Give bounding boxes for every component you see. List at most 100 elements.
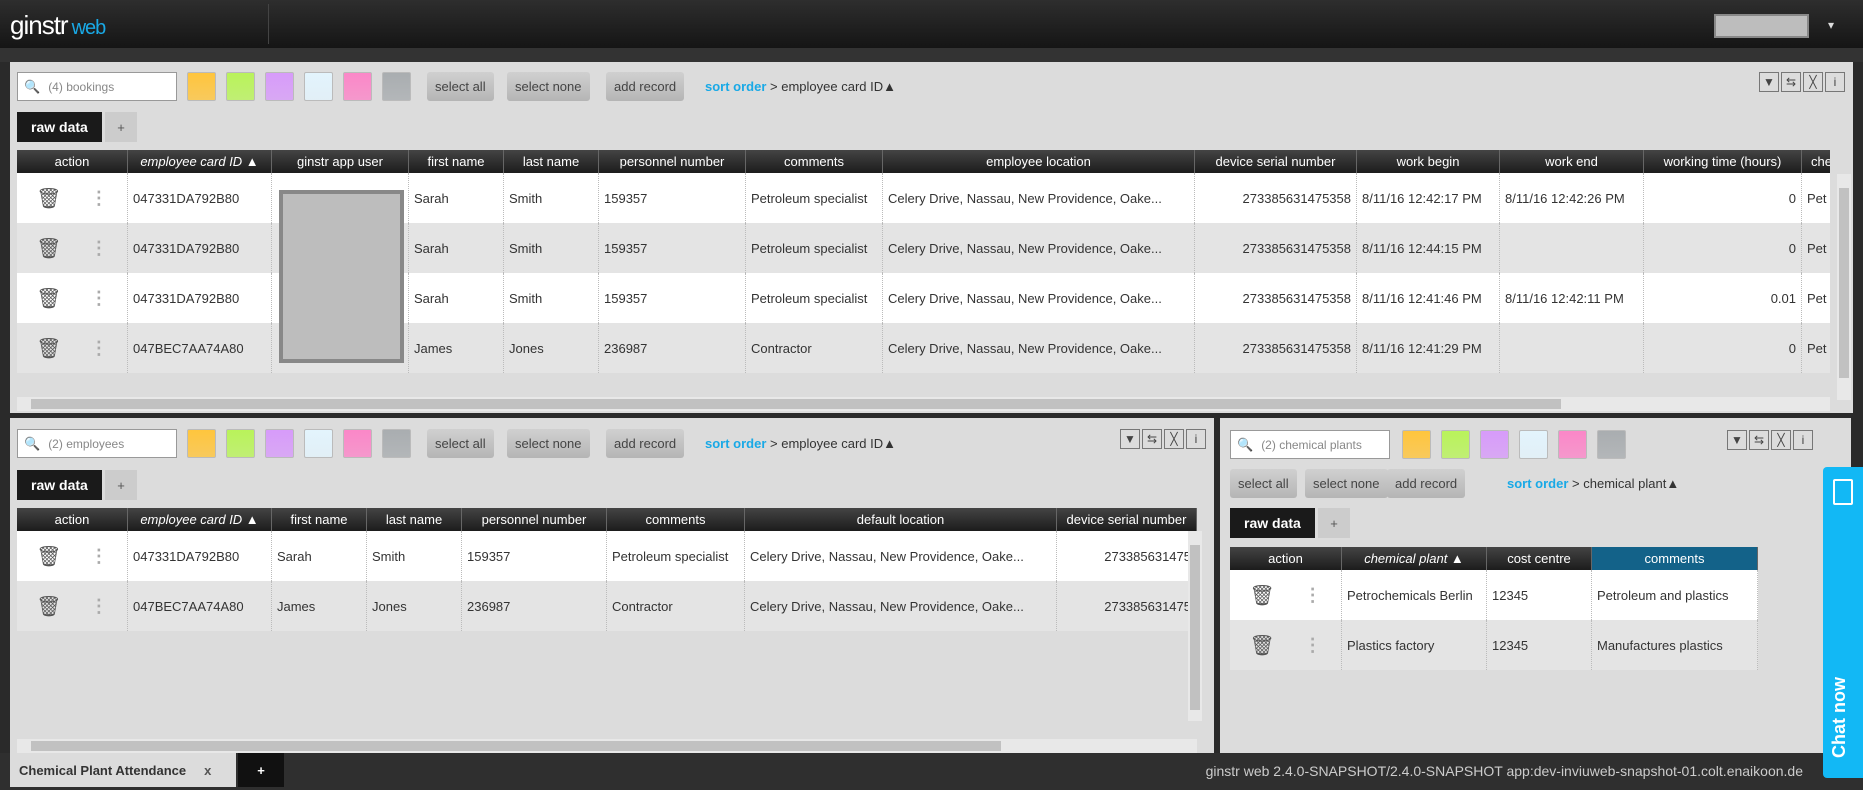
- select-none-button[interactable]: select none: [507, 429, 590, 458]
- delete-icon[interactable]: 🗑: [1249, 633, 1274, 658]
- column-header[interactable]: action: [1230, 547, 1342, 570]
- color-filter-swatch[interactable]: [304, 429, 333, 458]
- more-options-icon[interactable]: ⋮: [90, 596, 108, 617]
- color-filter-swatch[interactable]: [226, 429, 255, 458]
- column-header[interactable]: comments: [746, 150, 883, 173]
- more-options-icon[interactable]: ⋮: [90, 288, 108, 309]
- more-options-icon[interactable]: ⋮: [90, 188, 108, 209]
- color-filter-swatch[interactable]: [1480, 430, 1509, 459]
- column-header[interactable]: chemical plant ▲: [1342, 547, 1487, 570]
- filter-icon[interactable]: ▼: [1120, 429, 1140, 449]
- column-header[interactable]: action: [17, 150, 128, 173]
- search-placeholder[interactable]: (2) chemical plants: [1261, 438, 1362, 452]
- column-header[interactable]: working time (hours): [1644, 150, 1802, 173]
- chat-now-button[interactable]: Chat now: [1823, 467, 1863, 778]
- info-icon[interactable]: i: [1825, 72, 1845, 92]
- column-header[interactable]: employee card ID ▲: [128, 508, 272, 531]
- tab-raw-data[interactable]: raw data: [17, 112, 102, 142]
- delete-icon[interactable]: 🗑: [36, 594, 61, 619]
- search-placeholder[interactable]: (2) employees: [48, 437, 124, 451]
- add-record-button[interactable]: add record: [606, 429, 685, 458]
- column-header[interactable]: action: [17, 508, 128, 531]
- swap-columns-icon[interactable]: ⇆: [1781, 72, 1801, 92]
- column-header[interactable]: comments: [607, 508, 745, 531]
- add-tab-button[interactable]: +: [105, 470, 137, 500]
- color-filter-swatch[interactable]: [1558, 430, 1587, 459]
- color-filter-swatch[interactable]: [304, 72, 333, 101]
- color-filter-swatch[interactable]: [1597, 430, 1626, 459]
- delete-icon[interactable]: 🗑: [36, 336, 61, 361]
- add-workspace-tab-button[interactable]: +: [238, 753, 284, 787]
- swap-columns-icon[interactable]: ⇆: [1749, 430, 1769, 450]
- close-tab-icon[interactable]: x: [204, 763, 211, 778]
- column-header[interactable]: ginstr app user: [272, 150, 409, 173]
- scroll-thumb[interactable]: [1839, 188, 1849, 378]
- color-filter-swatch[interactable]: [1519, 430, 1548, 459]
- select-all-button[interactable]: select all: [427, 429, 494, 458]
- column-header[interactable]: cost centre: [1487, 547, 1592, 570]
- info-icon[interactable]: i: [1793, 430, 1813, 450]
- column-header[interactable]: device serial number: [1057, 508, 1197, 531]
- swap-columns-icon[interactable]: ⇆: [1142, 429, 1162, 449]
- search-input[interactable]: 🔍 (2) chemical plants: [1230, 430, 1390, 459]
- column-header[interactable]: last name: [367, 508, 462, 531]
- clear-icon[interactable]: ╳: [1164, 429, 1184, 449]
- search-input[interactable]: 🔍 (4) bookings: [17, 72, 177, 101]
- column-header[interactable]: employee location: [883, 150, 1195, 173]
- tab-raw-data[interactable]: raw data: [17, 470, 102, 500]
- scroll-thumb[interactable]: [31, 741, 1001, 751]
- column-header[interactable]: last name: [504, 150, 599, 173]
- color-filter-swatch[interactable]: [187, 72, 216, 101]
- column-header[interactable]: device serial number: [1195, 150, 1357, 173]
- color-filter-swatch[interactable]: [226, 72, 255, 101]
- column-header[interactable]: personnel number: [462, 508, 607, 531]
- column-header[interactable]: work begin: [1357, 150, 1500, 173]
- add-tab-button[interactable]: +: [1318, 508, 1350, 538]
- more-options-icon[interactable]: ⋮: [90, 546, 108, 567]
- more-options-icon[interactable]: ⋮: [90, 338, 108, 359]
- delete-icon[interactable]: 🗑: [1249, 583, 1274, 608]
- column-header[interactable]: work end: [1500, 150, 1644, 173]
- table-row[interactable]: 🗑 ⋮ 047BEC7AA74A80 James Jones 236987 Contract…: [17, 581, 1197, 631]
- color-filter-swatch[interactable]: [382, 429, 411, 458]
- clear-icon[interactable]: ╳: [1803, 72, 1823, 92]
- select-all-button[interactable]: select all: [1230, 469, 1297, 498]
- column-header[interactable]: default location: [745, 508, 1057, 531]
- add-record-button[interactable]: add record: [1387, 469, 1466, 498]
- ginstr-logo[interactable]: ginstr web: [10, 10, 106, 41]
- workspace-tab[interactable]: Chemical Plant Attendance x: [10, 753, 236, 787]
- more-options-icon[interactable]: ⋮: [1304, 585, 1322, 606]
- column-header[interactable]: employee card ID ▲: [128, 150, 272, 173]
- table-row[interactable]: 🗑 ⋮ Plastics factory 12345 Manufactures plas…: [1230, 620, 1758, 670]
- filter-icon[interactable]: ▼: [1727, 430, 1747, 450]
- more-options-icon[interactable]: ⋮: [1304, 635, 1322, 656]
- table-row[interactable]: 🗑 ⋮ 047331DA792B80 Sarah Smith 159357 Petroleu…: [17, 531, 1197, 581]
- color-filter-swatch[interactable]: [265, 429, 294, 458]
- sort-order-link[interactable]: sort order: [705, 436, 766, 451]
- table-row[interactable]: 🗑 ⋮ Petrochemicals Berlin 12345 Petroleum an…: [1230, 570, 1758, 620]
- column-header[interactable]: first name: [272, 508, 367, 531]
- color-filter-swatch[interactable]: [265, 72, 294, 101]
- select-none-button[interactable]: select none: [1305, 469, 1388, 498]
- vertical-scrollbar[interactable]: [1188, 531, 1202, 721]
- select-all-button[interactable]: select all: [427, 72, 494, 101]
- search-input[interactable]: 🔍 (2) employees: [17, 429, 177, 458]
- clear-icon[interactable]: ╳: [1771, 430, 1791, 450]
- horizontal-scrollbar[interactable]: [17, 397, 1830, 411]
- color-filter-swatch[interactable]: [1402, 430, 1431, 459]
- user-name-box[interactable]: [1714, 14, 1809, 38]
- select-none-button[interactable]: select none: [507, 72, 590, 101]
- more-options-icon[interactable]: ⋮: [90, 238, 108, 259]
- delete-icon[interactable]: 🗑: [36, 236, 61, 261]
- add-record-button[interactable]: add record: [606, 72, 685, 101]
- user-menu-chevron-icon[interactable]: ▾: [1828, 18, 1834, 32]
- filter-icon[interactable]: ▼: [1759, 72, 1779, 92]
- search-placeholder[interactable]: (4) bookings: [48, 80, 114, 94]
- sort-order-link[interactable]: sort order: [705, 79, 766, 94]
- color-filter-swatch[interactable]: [1441, 430, 1470, 459]
- tab-raw-data[interactable]: raw data: [1230, 508, 1315, 538]
- sort-order-link[interactable]: sort order: [1507, 476, 1568, 491]
- delete-icon[interactable]: 🗑: [36, 186, 61, 211]
- column-header[interactable]: comments: [1592, 547, 1758, 570]
- delete-icon[interactable]: 🗑: [36, 286, 61, 311]
